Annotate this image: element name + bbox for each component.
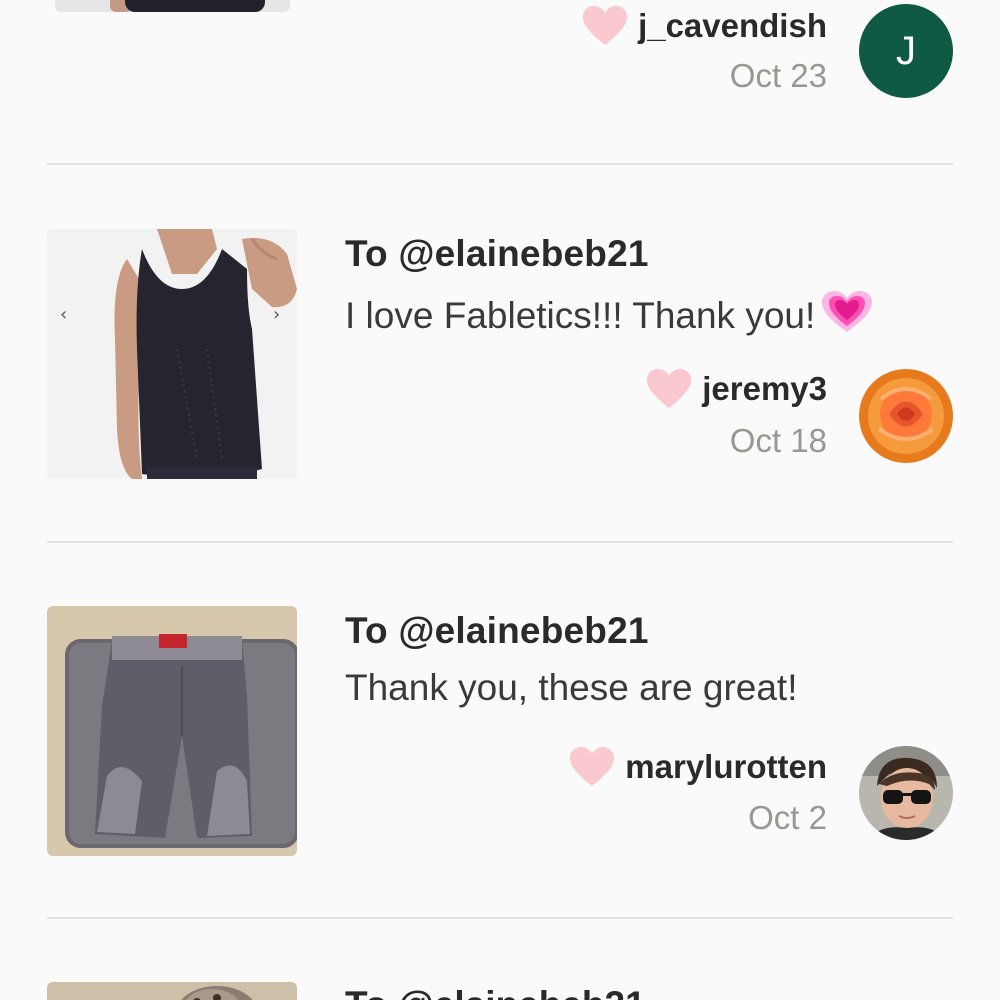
sender-username[interactable]: marylurotten: [625, 748, 827, 786]
post-date: Oct 23: [729, 57, 827, 94]
divider: [47, 917, 953, 919]
divider: [47, 541, 953, 543]
post-date: Oct 2: [748, 799, 827, 836]
carousel-next-icon[interactable]: ›: [273, 304, 280, 325]
gift-message-text: I love Fabletics!!! Thank you!: [345, 295, 816, 336]
divider: [47, 163, 953, 165]
sender-username[interactable]: jeremy3: [702, 370, 827, 408]
avatar[interactable]: J: [859, 4, 953, 98]
leggings-shape: [125, 0, 265, 12]
avatar[interactable]: [859, 746, 953, 840]
sender-row-top: j_cavendish: [582, 5, 827, 47]
heart-icon[interactable]: [582, 5, 628, 47]
recipient-label[interactable]: To @elainebeb21: [345, 233, 649, 275]
growing-heart-icon: [821, 290, 873, 343]
heart-icon[interactable]: [646, 368, 692, 410]
recipient-label[interactable]: To @elainebeb21: [345, 984, 646, 1000]
sender-row: marylurotten: [569, 746, 827, 788]
recipient-label[interactable]: To @elainebeb21: [345, 610, 649, 652]
avatar[interactable]: [859, 369, 953, 463]
heart-icon[interactable]: [569, 746, 615, 788]
sender-row: jeremy3: [646, 368, 827, 410]
gift-feed: j_cavendish Oct 23 J ‹ › To @elainebeb21: [0, 0, 1000, 1000]
gift-message: I love Fabletics!!! Thank you!: [345, 290, 873, 343]
avatar-initial: J: [896, 28, 916, 73]
product-thumbnail-top[interactable]: [55, 0, 290, 12]
gift-message: Thank you, these are great!: [345, 667, 798, 708]
product-thumbnail[interactable]: ‹ ›: [47, 229, 297, 479]
product-thumbnail[interactable]: [47, 606, 297, 856]
product-thumbnail-bottom[interactable]: [47, 982, 297, 1000]
carousel-prev-icon[interactable]: ‹: [60, 304, 67, 325]
sender-username[interactable]: j_cavendish: [638, 7, 827, 45]
post-date: Oct 18: [729, 422, 827, 459]
